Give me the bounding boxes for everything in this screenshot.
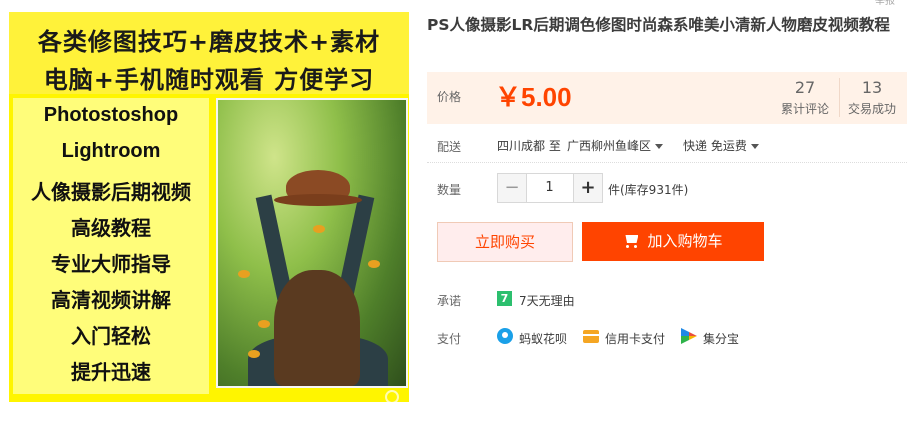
reviews-label: 累计评论 (780, 102, 829, 116)
huabei-icon (497, 328, 513, 344)
leaf-shape (258, 320, 270, 328)
product-image-banner: 各类修图技巧+磨皮技术+素材 电脑+手机随时观看 方便学习 (9, 12, 409, 94)
feature-list: Photostoshop Lightroom 人像摄影后期视频 高级教程 专业大… (13, 98, 209, 394)
photo-hair (274, 270, 360, 386)
portrait-photo (216, 98, 408, 388)
buy-now-button[interactable]: 立即购买 (437, 222, 573, 262)
product-title: PS人像摄影LR后期调色修图时尚森系唯美小清新人物磨皮视频教程 (427, 16, 890, 34)
trades-count: 13 (861, 78, 883, 97)
feature-item: 高清视频讲解 (51, 288, 171, 312)
feature-item: 专业大师指导 (51, 252, 171, 276)
payment-method-jifenbao[interactable]: 集分宝 (703, 330, 739, 347)
add-to-cart-label: 加入购物车 (647, 232, 723, 250)
report-link[interactable]: 举报 (875, 0, 895, 7)
banner-line-1: 各类修图技巧+磨皮技术+素材 (37, 28, 381, 56)
feature-item: 提升迅速 (71, 360, 151, 384)
promise-text[interactable]: 7天无理由 (519, 292, 575, 309)
reviews-stat[interactable]: 27 累计评论 (773, 78, 837, 117)
quantity-decrease-button[interactable]: − (498, 174, 527, 202)
add-to-cart-button[interactable]: 加入购物车 (582, 222, 764, 261)
price-value: ￥5.00 (495, 82, 572, 112)
zoom-icon[interactable] (385, 390, 399, 402)
leaf-shape (248, 350, 260, 358)
price-label: 价格 (437, 90, 462, 104)
trades-stat[interactable]: 13 交易成功 (839, 78, 904, 117)
promise-label: 承诺 (437, 294, 462, 308)
stock-text: 件(库存931件) (608, 183, 689, 197)
feature-item: 人像摄影后期视频 (31, 180, 191, 204)
chevron-down-icon (655, 144, 664, 149)
quantity-stepper: − 1 + (497, 173, 603, 203)
trades-label: 交易成功 (847, 102, 896, 116)
seven-day-return-icon: 7 (497, 291, 512, 306)
leaf-shape (313, 225, 325, 233)
payment-method-huabei[interactable]: 蚂蚁花呗 (519, 330, 567, 347)
quantity-increase-button[interactable]: + (573, 174, 602, 202)
quantity-input[interactable]: 1 (527, 174, 572, 202)
destination-select[interactable]: 广西柳州鱼峰区 (567, 137, 664, 154)
payment-method-credit-card[interactable]: 信用卡支付 (605, 330, 665, 347)
destination-text: 广西柳州鱼峰区 (567, 139, 652, 153)
credit-card-icon (583, 330, 599, 343)
banner-line-2: 电脑+手机随时观看 方便学习 (43, 66, 375, 94)
shipping-method-text: 快递 免运费 (683, 139, 747, 153)
price-box: 价格 ￥5.00 27 累计评论 13 交易成功 (427, 72, 907, 124)
leaf-shape (238, 270, 250, 278)
product-image[interactable]: 各类修图技巧+磨皮技术+素材 电脑+手机随时观看 方便学习 Photostosh… (9, 12, 409, 402)
jifenbao-icon (681, 328, 697, 344)
quantity-label: 数量 (437, 183, 462, 197)
photo-hat-brim (274, 194, 362, 206)
feature-item: Photostoshop (43, 104, 179, 126)
feature-item: 入门轻松 (71, 324, 151, 348)
shipping-origin: 四川成都 至 (497, 139, 561, 153)
shipping-method-select[interactable]: 快递 免运费 (683, 137, 759, 154)
payment-label: 支付 (437, 332, 462, 346)
leaf-shape (368, 260, 380, 268)
shipping-label: 配送 (437, 140, 462, 154)
reviews-count: 27 (794, 78, 816, 97)
feature-item: 高级教程 (71, 216, 151, 240)
feature-item: Lightroom (61, 140, 161, 162)
cart-icon (623, 235, 639, 248)
divider (427, 162, 907, 164)
chevron-down-icon (750, 144, 759, 149)
